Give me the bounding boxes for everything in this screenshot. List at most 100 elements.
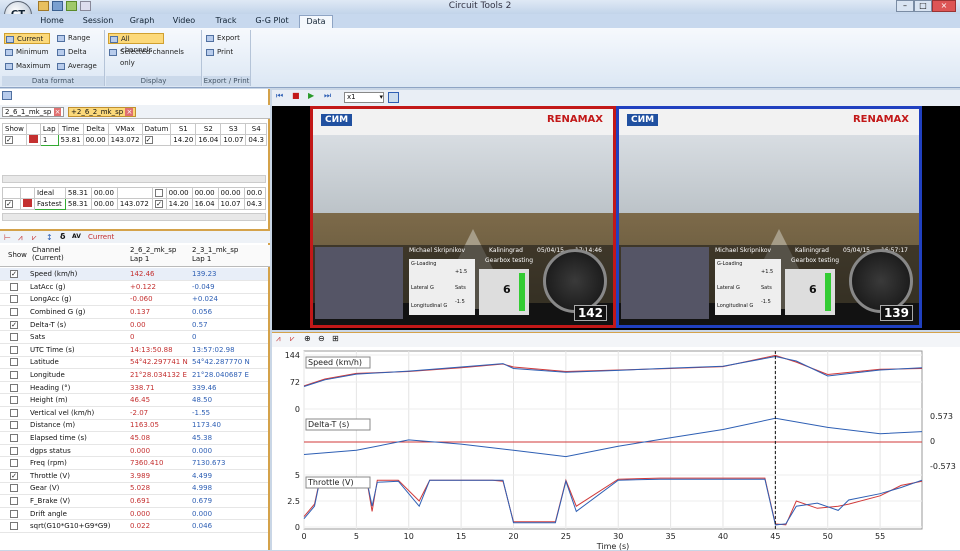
save-icon[interactable]: [52, 1, 63, 11]
sync-icon[interactable]: [388, 92, 399, 103]
fastest-row[interactable]: ✓ Fastest 58.31 00.00 143.072 ✓ 14.20 16.04 10.0…: [2, 198, 267, 210]
col-s4[interactable]: S4: [245, 123, 267, 135]
channel-row[interactable]: Heading (°) 338.71 339.46: [0, 381, 268, 395]
video-frame-right[interactable]: СИМ RENAMAX Michael Skripnikov Kaliningr…: [616, 106, 922, 328]
col-vmax[interactable]: VMax: [107, 123, 143, 135]
stop-icon[interactable]: ■: [292, 91, 300, 100]
maximum-icon[interactable]: ⩗: [290, 334, 295, 344]
open-icon[interactable]: [38, 1, 49, 11]
channel-show-checkbox[interactable]: [10, 308, 18, 317]
fastest-datum-checkbox[interactable]: ✓: [155, 200, 164, 208]
channel-row[interactable]: Elapsed time (s) 45.08 45.38: [0, 431, 268, 445]
telemetry-chart[interactable]: 0 5 10 15 20 25 30 35 40 45 50 55Time (s)144720Spee…: [272, 347, 960, 551]
channel-row[interactable]: Sats 0 0: [0, 330, 268, 345]
current-button[interactable]: Current: [4, 33, 50, 44]
channel-show-checkbox[interactable]: [10, 345, 18, 354]
channel-row[interactable]: UTC Time (s) 14:13:50.88 13:57:02.98: [0, 343, 268, 357]
close-tab-icon[interactable]: ×: [125, 108, 134, 116]
tab-gg-plot[interactable]: G-G Plot: [251, 15, 293, 28]
datum-checkbox[interactable]: ✓: [144, 136, 153, 144]
fastest-color-swatch[interactable]: [23, 199, 32, 207]
col-datum[interactable]: Datum: [141, 123, 172, 135]
channel-row[interactable]: sqrt(G10*G10+G9*G9) 0.022 0.046: [0, 519, 268, 533]
lap-table-scrollbar[interactable]: [2, 175, 266, 183]
ideal-datum-checkbox[interactable]: [155, 189, 164, 197]
lap-show-checkbox[interactable]: ✓: [5, 136, 13, 144]
range-icon[interactable]: ↕: [46, 233, 53, 242]
range-button[interactable]: Range: [56, 33, 102, 44]
channel-show-checkbox[interactable]: [10, 484, 18, 493]
minimum-icon[interactable]: ⩘: [18, 233, 23, 243]
delta-icon[interactable]: δ: [60, 232, 66, 241]
rewind-icon[interactable]: ⏮: [276, 91, 283, 101]
channel-row[interactable]: Height (m) 46.45 48.50: [0, 393, 268, 408]
fastest-show-checkbox[interactable]: ✓: [5, 200, 13, 208]
tab-graph[interactable]: Graph: [124, 15, 160, 28]
channel-show-checkbox[interactable]: [10, 333, 18, 342]
session-tab-2[interactable]: +2_6_2_mk_sp ×: [68, 107, 137, 117]
close-tab-icon[interactable]: ×: [53, 108, 62, 116]
channel-row[interactable]: Combined G (g) 0.137 0.056: [0, 305, 268, 319]
fit-icon[interactable]: ⊞: [332, 334, 339, 343]
export-button[interactable]: Export: [205, 33, 249, 44]
channel-show-checkbox[interactable]: [10, 459, 18, 468]
delta-button[interactable]: Delta: [56, 47, 102, 58]
channel-show-checkbox[interactable]: [10, 446, 18, 455]
channel-row[interactable]: dgps status 0.000 0.000: [0, 444, 268, 458]
col-s3[interactable]: S3: [220, 123, 247, 135]
tab-home[interactable]: Home: [33, 15, 71, 28]
channel-row[interactable]: Longitude 21°28.034132 E 21°28.040687 E: [0, 368, 268, 382]
channel-show-checkbox[interactable]: ✓: [10, 270, 18, 279]
tab-data[interactable]: Data: [299, 15, 333, 28]
average-button[interactable]: Average: [56, 61, 102, 72]
average-icon[interactable]: AV: [72, 233, 81, 240]
channel-row[interactable]: ✓ Delta-T (s) 0.00 0.57: [0, 318, 268, 332]
video-frame-left[interactable]: СИМ RENAMAX Michael Skripnikov Kaliningr…: [310, 106, 616, 328]
close-icon[interactable]: ×: [932, 0, 956, 12]
col-s2[interactable]: S2: [195, 123, 222, 135]
channel-show-checkbox[interactable]: [10, 396, 18, 405]
print-button[interactable]: Print: [205, 47, 249, 58]
maximum-icon[interactable]: ⩗: [32, 233, 37, 243]
settings-icon[interactable]: [66, 1, 77, 11]
col-time[interactable]: Time: [57, 123, 84, 135]
channel-show-checkbox[interactable]: [10, 371, 18, 380]
channel-row[interactable]: ✓ Speed (km/h) 142.46 139.23: [0, 268, 268, 282]
quick-access-icon[interactable]: [80, 1, 91, 11]
channel-show-checkbox[interactable]: ✓: [10, 320, 18, 329]
col-s1[interactable]: S1: [170, 123, 197, 135]
lap-row[interactable]: ✓ 1 53.81 00.00 143.072 ✓ 14.20 16.04 10.07 04.3: [2, 134, 267, 146]
tab-track[interactable]: Track: [207, 15, 245, 28]
zoom-in-icon[interactable]: ⊕: [304, 334, 311, 343]
minimize-icon[interactable]: –: [896, 0, 914, 12]
session-tab-1[interactable]: 2_6_1_mk_sp ×: [2, 107, 65, 117]
lap-list-icon[interactable]: [2, 91, 12, 100]
channel-show-checkbox[interactable]: [10, 496, 18, 505]
channel-row[interactable]: LongAcc (g) -0.060 +0.024: [0, 293, 268, 307]
minimum-icon[interactable]: ⩘: [276, 334, 281, 344]
selected-channels-button[interactable]: Selected channels only: [108, 47, 200, 67]
col-lap[interactable]: Lap: [39, 123, 59, 135]
col-delta[interactable]: Delta: [82, 123, 109, 135]
tab-video[interactable]: Video: [166, 15, 202, 28]
channel-show-checkbox[interactable]: [10, 383, 18, 392]
channel-show-checkbox[interactable]: [10, 509, 18, 518]
minimum-button[interactable]: Minimum: [4, 47, 52, 58]
maximize-icon[interactable]: □: [914, 0, 932, 12]
channel-row[interactable]: Drift angle 0.000 0.000: [0, 507, 268, 521]
col-show[interactable]: Show: [2, 123, 27, 135]
channel-row[interactable]: Latitude 54°42.297741 N 54°42.287770 N: [0, 356, 268, 370]
tab-session[interactable]: Session: [78, 15, 118, 28]
channel-row[interactable]: Distance (m) 1163.05 1173.40: [0, 419, 268, 433]
zoom-out-icon[interactable]: ⊖: [318, 334, 325, 343]
summary-scrollbar[interactable]: [2, 213, 266, 221]
channel-show-checkbox[interactable]: [10, 434, 18, 443]
fast-forward-icon[interactable]: ⏭: [324, 91, 331, 101]
channel-row[interactable]: LatAcc (g) +0.122 -0.049: [0, 280, 268, 294]
channel-row[interactable]: Freq (rpm) 7360.410 7130.673: [0, 456, 268, 470]
channel-show-checkbox[interactable]: [10, 421, 18, 430]
all-channels-button[interactable]: All channels: [108, 33, 164, 54]
channel-show-checkbox[interactable]: [10, 358, 18, 367]
channel-show-checkbox[interactable]: ✓: [10, 471, 18, 480]
play-icon[interactable]: ▶: [308, 91, 314, 100]
